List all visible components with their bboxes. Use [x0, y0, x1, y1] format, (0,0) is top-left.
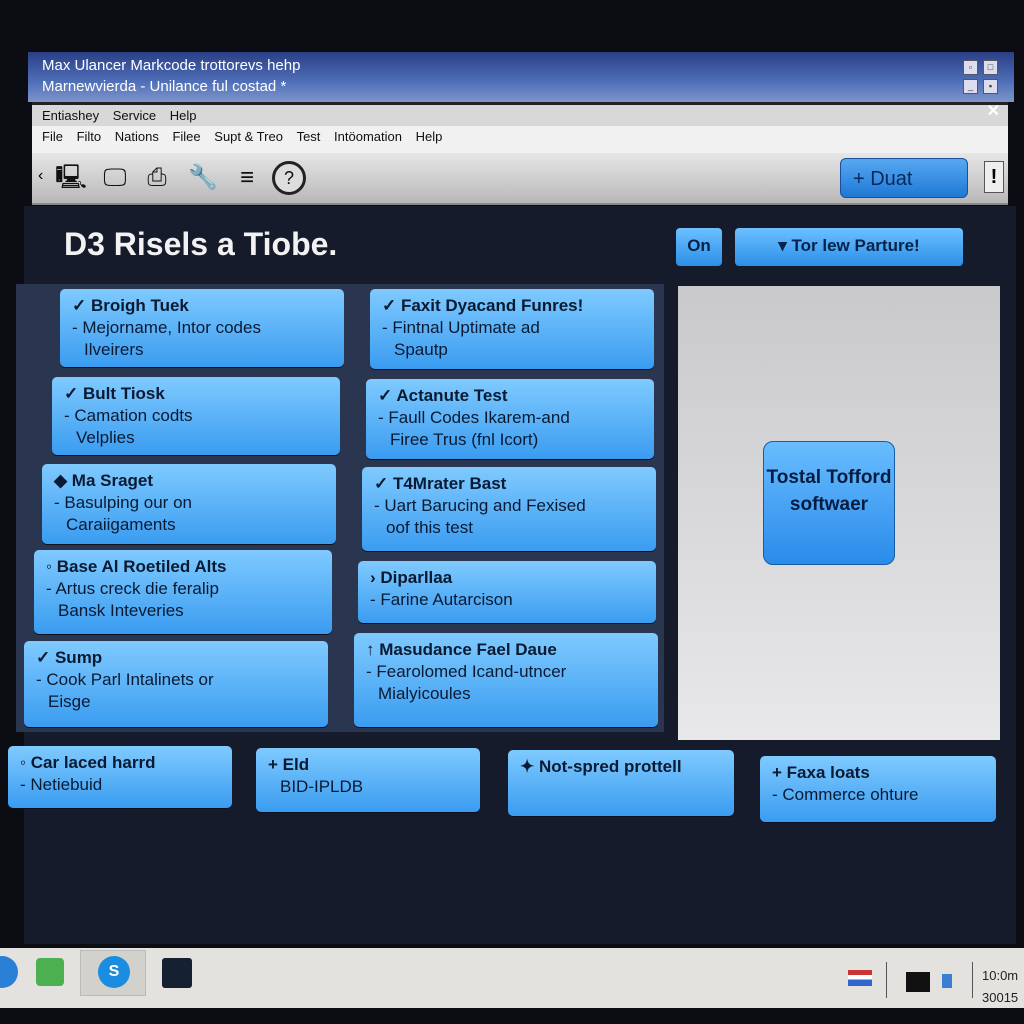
globe-icon[interactable] [162, 958, 192, 988]
tile-button[interactable]: ▪ [983, 79, 998, 94]
volume-icon[interactable] [942, 974, 952, 988]
col1-card[interactable]: ✓ Broigh Tuek - Mejorname, Intor codes Ilv… [60, 289, 344, 367]
card-line: Mialyicoules [378, 684, 471, 703]
feature-dropdown[interactable]: ▾ Tor lew Parture! [735, 228, 963, 266]
card-line: - Camation codts [64, 406, 193, 425]
menu-item[interactable]: Entiashey [42, 105, 99, 127]
clock-time[interactable]: 10:0m [982, 968, 1018, 983]
card-title: ↑ Masudance Fael Daue [366, 640, 557, 659]
divider [886, 962, 887, 998]
card-title: ✓ Broigh Tuek [72, 296, 189, 315]
bottom-card[interactable]: + Eld BID-IPLDB [256, 748, 480, 812]
flag-icon[interactable] [848, 970, 872, 986]
restore-button[interactable]: ▫ [963, 60, 978, 75]
scanner-icon[interactable]: ≡ [230, 161, 264, 195]
menu-item[interactable]: Filee [172, 126, 200, 148]
app-icon-green[interactable] [36, 958, 64, 986]
col2-card[interactable]: ✓ Actanute Test - Faull Codes Ikarem-and F… [366, 379, 654, 459]
taskbar: S 10:0m 30015 [0, 948, 1024, 1008]
card-title: ✓ Faxit Dyacand Funres! [382, 296, 584, 315]
bottom-card[interactable]: + Faxa loats - Commerce ohture [760, 756, 996, 822]
menu-item[interactable]: Supt & Treo [214, 126, 283, 148]
card-line: - Netiebuid [20, 775, 103, 794]
close-icon[interactable]: ✕ [987, 101, 1000, 123]
card-line: Spautp [394, 340, 448, 359]
col2-card[interactable]: ✓ Faxit Dyacand Funres! - Fintnal Uptimat… [370, 289, 654, 369]
preview-panel: Tostal Tofford softwaer [678, 286, 1000, 740]
printer-icon[interactable]: ⎙ [140, 161, 174, 195]
computer-icon[interactable]: 🖳 [54, 161, 88, 195]
card-line: Ilveirers [84, 340, 144, 359]
card-line: - Artus creck die feralip [46, 579, 219, 598]
card-line: - Farine Autarcison [370, 590, 513, 609]
monitor-icon[interactable]: 🖵 [98, 161, 132, 195]
menu-item[interactable]: Help [416, 126, 443, 148]
duat-button[interactable]: + Duat [840, 158, 968, 198]
toolbar: ‹ 🖳 🖵 ⎙ 🔧 ≡ ? + Duat ! [32, 153, 1008, 205]
col2-card[interactable]: ✓ T4Mrater Bast - Uart Barucing and Fexis… [362, 467, 656, 551]
card-title: ◆ Ma Sraget [54, 471, 154, 490]
menu-item[interactable]: Intöomation [334, 126, 402, 148]
menu-item[interactable]: Filto [77, 126, 102, 148]
card-title: + Eld [268, 755, 310, 774]
card-title: ✓ Actanute Test [378, 386, 508, 405]
bottom-card[interactable]: ◦ Car laced harrd - Netiebuid [8, 746, 232, 808]
card-line: - Cook Parl Intalinets or [36, 670, 214, 689]
wrench-icon[interactable]: 🔧 [186, 161, 220, 195]
card-line: Firee Trus (fnl Icort) [390, 430, 539, 449]
menu-item[interactable]: Nations [115, 126, 159, 148]
window-subtitle: Marnewvierda - Unilance ful costad * [42, 78, 287, 95]
menu-item[interactable]: Help [170, 105, 197, 127]
start-icon[interactable] [0, 956, 18, 988]
app-icon-s[interactable]: S [98, 956, 130, 988]
title-bar: Max Ulancer Markcode trottorevs hehp Mar… [28, 52, 1014, 102]
help-icon[interactable]: ? [272, 161, 306, 195]
minimize-button[interactable]: _ [963, 79, 978, 94]
maximize-button[interactable]: □ [983, 60, 998, 75]
card-line: BID-IPLDB [280, 777, 364, 796]
on-button[interactable]: On [676, 228, 722, 266]
col2-card[interactable]: ↑ Masudance Fael Daue - Fearolomed Icand-… [354, 633, 658, 727]
card-title: ◦ Car laced harrd [20, 753, 156, 772]
col2-card[interactable]: › Diparllaa - Farine Autarcison [358, 561, 656, 623]
card-line: - Commerce ohture [772, 785, 919, 804]
menu-item[interactable]: File [42, 126, 63, 148]
card-line: - Basulping our on [54, 493, 192, 512]
card-line: - Fintnal Uptimate ad [382, 318, 540, 337]
bottom-card[interactable]: ✦ Not-spred prottell [508, 750, 734, 816]
card-line: Velplies [76, 428, 135, 447]
card-line: - Uart Barucing and Fexised [374, 496, 586, 515]
primary-menu-bar: Entiashey Service Help ✕ [32, 102, 1008, 126]
window-title: Max Ulancer Markcode trottorevs hehp [42, 57, 301, 74]
col1-card[interactable]: ✓ Bult Tiosk - Camation codts Velplies [52, 377, 340, 455]
card-title: ◦ Base Al Roetiled Alts [46, 557, 227, 576]
card-title: ✦ Not-spred prottell [520, 757, 682, 776]
card-title: ✓ T4Mrater Bast [374, 474, 507, 493]
card-title: ✓ Bult Tiosk [64, 384, 165, 403]
alert-button[interactable]: ! [984, 161, 1004, 193]
secondary-menu-bar: File Filto Nations Filee Supt & Treo Tes… [32, 126, 1008, 153]
card-line: - Faull Codes Ikarem-and [378, 408, 570, 427]
chevron-left-icon[interactable]: ‹ [38, 167, 43, 185]
windows-icon[interactable] [906, 972, 930, 992]
card-title: ✓ Sump [36, 648, 103, 667]
clock-date[interactable]: 30015 [982, 990, 1018, 1005]
col1-card[interactable]: ◦ Base Al Roetiled Alts - Artus creck die… [34, 550, 332, 634]
card-line: Eisge [48, 692, 91, 711]
card-title: › Diparllaa [370, 568, 453, 587]
total-software-button[interactable]: Tostal Tofford softwaer [763, 441, 895, 565]
menu-item[interactable]: Test [297, 126, 321, 148]
card-line: Bansk Inteveries [58, 601, 184, 620]
col1-card[interactable]: ◆ Ma Sraget - Basulping our on Caraiigamen… [42, 464, 336, 544]
col1-card[interactable]: ✓ Sump - Cook Parl Intalinets or Eisge [24, 641, 328, 727]
card-line: Caraiigaments [66, 515, 176, 534]
page-title: D3 Risels a Tiobe. [64, 226, 338, 262]
menu-item[interactable]: Service [113, 105, 156, 127]
card-line: - Mejorname, Intor codes [72, 318, 261, 337]
divider [972, 962, 973, 998]
card-line: oof this test [386, 518, 473, 537]
card-title: + Faxa loats [772, 763, 870, 782]
card-line: - Fearolomed Icand-utncer [366, 662, 567, 681]
